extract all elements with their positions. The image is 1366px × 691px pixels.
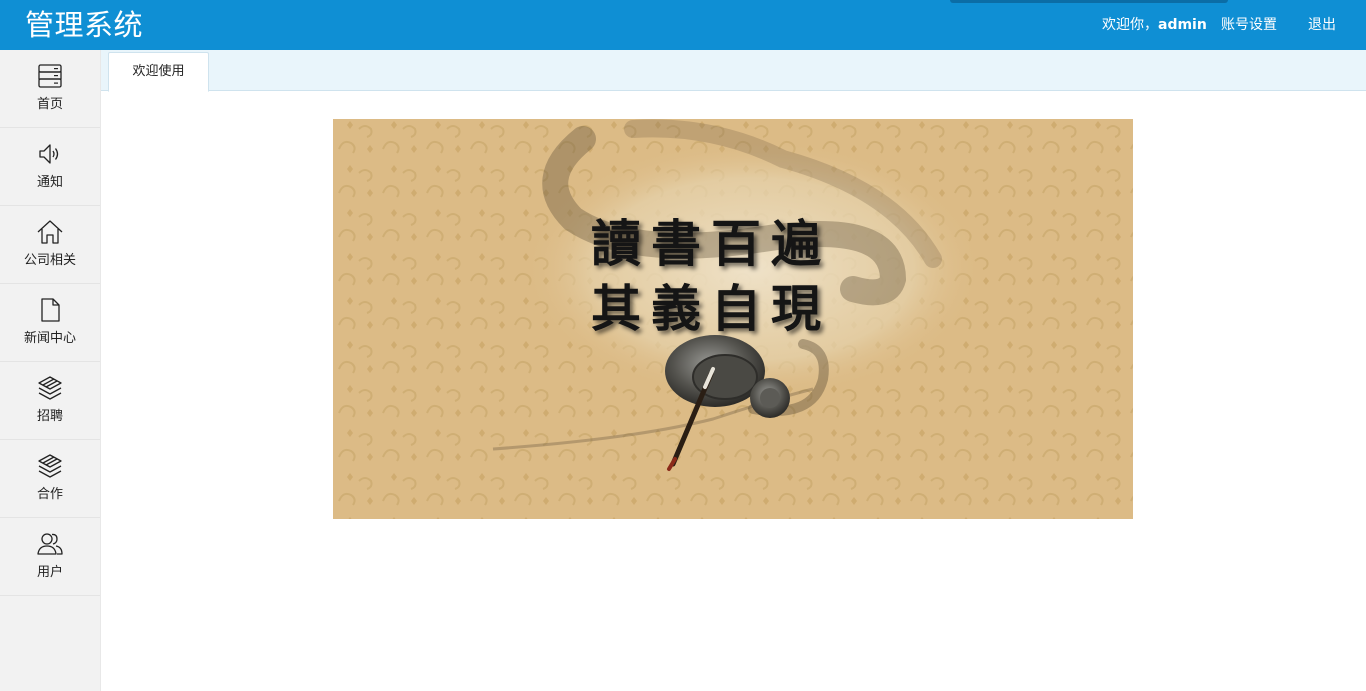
sidebar-item-label: 公司相关 bbox=[23, 253, 76, 268]
sidebar-item-home[interactable]: 首页 bbox=[0, 50, 100, 128]
sidebar: 首页 通知 公司相关 新闻中心 招聘 合作 用户 bbox=[0, 50, 101, 691]
sidebar-item-company[interactable]: 公司相关 bbox=[0, 206, 100, 284]
sidebar-item-recruit[interactable]: 招聘 bbox=[0, 362, 100, 440]
welcome-banner: 讀書百遍 其義自現 bbox=[333, 119, 1133, 519]
sidebar-item-label: 首页 bbox=[36, 97, 63, 112]
sidebar-item-label: 合作 bbox=[36, 487, 63, 502]
tab-bar: 欢迎使用 bbox=[101, 50, 1366, 92]
banner-text-line-2: 其義自現 bbox=[591, 279, 831, 338]
welcome-prefix: 欢迎你， bbox=[1102, 17, 1158, 33]
banner-text-line-1: 讀書百遍 bbox=[591, 214, 831, 273]
sidebar-item-news[interactable]: 新闻中心 bbox=[0, 284, 100, 362]
speaker-icon bbox=[36, 140, 64, 168]
sidebar-item-label: 通知 bbox=[36, 175, 63, 190]
account-settings-link[interactable]: 账号设置 bbox=[1221, 16, 1277, 34]
layers-icon bbox=[36, 374, 64, 402]
sidebar-item-label: 招聘 bbox=[36, 409, 63, 424]
top-header: 管理系统 欢迎你，admin 账号设置 退出 bbox=[0, 0, 1366, 50]
users-icon bbox=[36, 530, 64, 558]
home-icon bbox=[36, 218, 64, 246]
layers-icon bbox=[36, 452, 64, 480]
tab-welcome[interactable]: 欢迎使用 bbox=[108, 52, 209, 92]
server-icon bbox=[36, 62, 64, 90]
sidebar-item-label: 用户 bbox=[36, 565, 63, 580]
welcome-text: 欢迎你，admin bbox=[1102, 16, 1207, 34]
sidebar-item-cooperation[interactable]: 合作 bbox=[0, 440, 100, 518]
sidebar-item-notice[interactable]: 通知 bbox=[0, 128, 100, 206]
sidebar-item-users[interactable]: 用户 bbox=[0, 518, 100, 596]
app-title: 管理系统 bbox=[25, 8, 144, 42]
header-shadow-strip bbox=[950, 0, 1228, 3]
logout-link[interactable]: 退出 bbox=[1308, 16, 1336, 34]
sidebar-item-label: 新闻中心 bbox=[23, 331, 76, 346]
document-icon bbox=[36, 296, 64, 324]
username: admin bbox=[1158, 17, 1207, 33]
